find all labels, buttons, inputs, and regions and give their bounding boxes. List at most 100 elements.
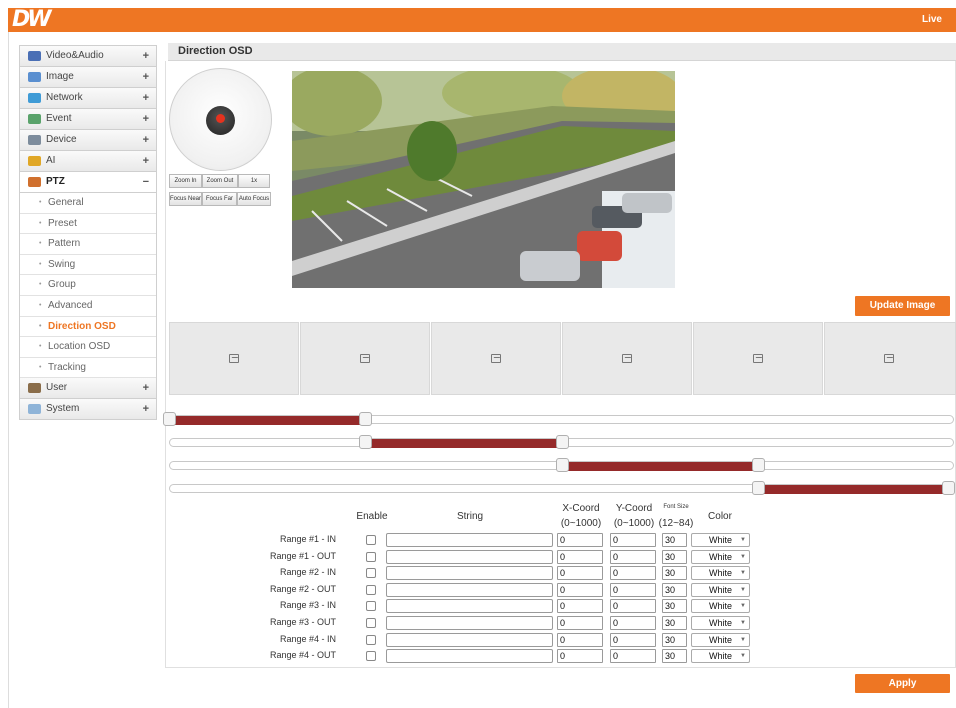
range-slider-end-handle[interactable] xyxy=(942,481,955,495)
sidebar-item-event[interactable]: Event + xyxy=(20,109,156,130)
font-size-input[interactable]: 30 xyxy=(662,632,687,647)
expand-icon[interactable]: + xyxy=(143,46,149,66)
color-select[interactable]: White ▼ xyxy=(691,599,750,614)
range-slider-end-handle[interactable] xyxy=(359,412,373,426)
enable-checkbox[interactable] xyxy=(366,601,376,612)
sidebar-item-user[interactable]: User + xyxy=(20,378,156,400)
font-size-input[interactable]: 30 xyxy=(662,649,687,664)
range-slider-start-handle[interactable] xyxy=(751,481,765,495)
osd-string-input[interactable] xyxy=(386,632,553,647)
color-select[interactable]: White ▼ xyxy=(691,616,750,630)
enable-checkbox[interactable] xyxy=(366,634,376,645)
sidebar-item-ptz[interactable]: PTZ − xyxy=(20,172,156,193)
range-slider-4[interactable] xyxy=(169,484,954,494)
sidebar-subitem-preset[interactable]: Preset xyxy=(20,213,156,235)
osd-string-input[interactable] xyxy=(386,599,553,614)
x-coord-input[interactable]: 0 xyxy=(557,649,603,664)
x-coord-input[interactable]: 0 xyxy=(557,599,603,614)
font-size-input[interactable]: 30 xyxy=(662,533,687,547)
live-link[interactable]: Live xyxy=(922,8,942,32)
sidebar-subitem-general[interactable]: General xyxy=(20,193,156,214)
sidebar-subitem-advanced[interactable]: Advanced xyxy=(20,295,156,317)
enable-checkbox[interactable] xyxy=(366,551,376,562)
osd-string-input[interactable] xyxy=(386,566,553,581)
color-select[interactable]: White ▼ xyxy=(691,649,750,664)
sidebar-item-device[interactable]: Device + xyxy=(20,130,156,151)
expand-icon[interactable]: + xyxy=(143,151,149,171)
osd-string-input[interactable] xyxy=(386,582,553,597)
y-coord-input[interactable]: 0 xyxy=(610,549,656,564)
expand-icon[interactable]: + xyxy=(143,88,149,108)
font-size-input[interactable]: 30 xyxy=(662,566,687,581)
range-slider-end-handle[interactable] xyxy=(555,435,569,449)
range-slider-1[interactable] xyxy=(169,415,954,425)
range-slider-fill xyxy=(170,416,366,425)
sidebar-subitem-pattern[interactable]: Pattern xyxy=(20,234,156,255)
color-select[interactable]: White ▼ xyxy=(691,632,750,647)
expand-icon[interactable]: + xyxy=(143,67,149,87)
image-icon xyxy=(28,72,41,82)
system-icon xyxy=(28,404,41,415)
y-coord-input[interactable]: 0 xyxy=(610,582,656,597)
enable-checkbox[interactable] xyxy=(366,535,376,545)
expand-icon[interactable]: + xyxy=(143,399,149,419)
osd-string-input[interactable] xyxy=(386,549,553,564)
osd-string-input[interactable] xyxy=(386,649,553,664)
y-coord-input[interactable]: 0 xyxy=(610,616,656,630)
sidebar-subitem-group[interactable]: Group xyxy=(20,275,156,296)
x-coord-input[interactable]: 0 xyxy=(557,582,603,597)
font-size-input[interactable]: 30 xyxy=(662,616,687,630)
sidebar-subitem-tracking[interactable]: Tracking xyxy=(20,357,156,379)
sidebar-item-system[interactable]: System + xyxy=(20,399,156,421)
enable-checkbox[interactable] xyxy=(366,651,376,662)
expand-icon[interactable]: + xyxy=(143,109,149,129)
sidebar-subitem-direction-osd[interactable]: Direction OSD xyxy=(20,316,156,338)
sidebar-item-video-audio[interactable]: Video&Audio + xyxy=(20,46,156,67)
y-coord-input[interactable]: 0 xyxy=(610,599,656,614)
expand-icon[interactable]: + xyxy=(143,378,149,398)
event-icon xyxy=(28,114,41,124)
color-select[interactable]: White ▼ xyxy=(691,582,750,597)
focus-near-button[interactable]: Focus Near xyxy=(169,192,202,206)
font-size-input[interactable]: 30 xyxy=(662,599,687,614)
sidebar-item-network[interactable]: Network + xyxy=(20,88,156,109)
range-slider-end-handle[interactable] xyxy=(751,458,765,472)
zoom-in-button[interactable]: Zoom In xyxy=(169,174,202,188)
update-image-button[interactable]: Update Image xyxy=(855,296,950,316)
expand-icon[interactable]: + xyxy=(143,130,149,150)
enable-checkbox[interactable] xyxy=(366,568,376,579)
x-coord-input[interactable]: 0 xyxy=(557,632,603,647)
osd-string-input[interactable] xyxy=(386,533,553,547)
apply-button[interactable]: Apply xyxy=(855,674,950,693)
zoom-1x-button[interactable]: 1x xyxy=(238,174,270,188)
sidebar-item-ai[interactable]: AI + xyxy=(20,151,156,172)
x-coord-input[interactable]: 0 xyxy=(557,616,603,630)
y-coord-input[interactable]: 0 xyxy=(610,566,656,581)
font-size-input[interactable]: 30 xyxy=(662,582,687,597)
range-slider-start-handle[interactable] xyxy=(359,435,373,449)
enable-checkbox[interactable] xyxy=(366,618,376,628)
header-xcoord-range: (0~1000) xyxy=(560,518,602,529)
sidebar-item-image[interactable]: Image + xyxy=(20,67,156,88)
range-row-label: Range #4 - OUT xyxy=(269,650,336,661)
zoom-out-button[interactable]: Zoom Out xyxy=(202,174,238,188)
range-slider-start-handle[interactable] xyxy=(555,458,569,472)
y-coord-input[interactable]: 0 xyxy=(610,632,656,647)
x-coord-input[interactable]: 0 xyxy=(557,533,603,547)
color-select[interactable]: White ▼ xyxy=(691,533,750,547)
auto-focus-button[interactable]: Auto Focus xyxy=(237,192,271,206)
collapse-icon[interactable]: − xyxy=(143,172,149,192)
focus-far-button[interactable]: Focus Far xyxy=(202,192,237,206)
range-slider-start-handle[interactable] xyxy=(163,412,176,426)
enable-checkbox[interactable] xyxy=(366,584,376,595)
y-coord-input[interactable]: 0 xyxy=(610,533,656,547)
font-size-input[interactable]: 30 xyxy=(662,549,687,564)
osd-string-input[interactable] xyxy=(386,616,553,630)
color-select[interactable]: White ▼ xyxy=(691,566,750,581)
sidebar-subitem-swing[interactable]: Swing xyxy=(20,254,156,276)
y-coord-input[interactable]: 0 xyxy=(610,649,656,664)
x-coord-input[interactable]: 0 xyxy=(557,549,603,564)
color-select[interactable]: White ▼ xyxy=(691,549,750,564)
sidebar-subitem-location-osd[interactable]: Location OSD xyxy=(20,337,156,358)
x-coord-input[interactable]: 0 xyxy=(557,566,603,581)
